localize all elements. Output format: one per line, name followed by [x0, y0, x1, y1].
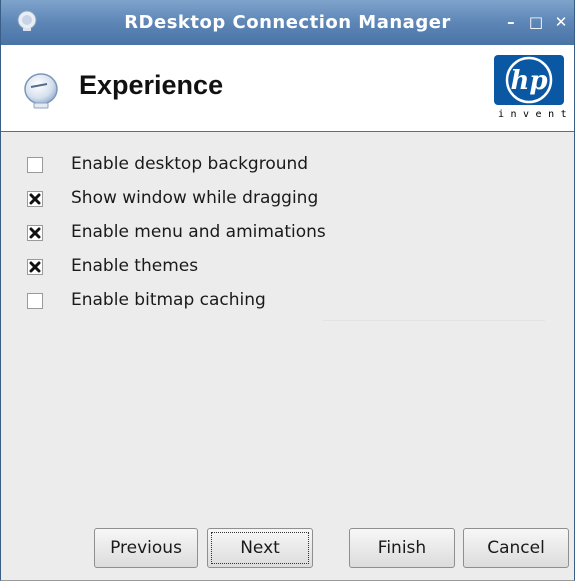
- close-icon[interactable]: ✕: [552, 12, 570, 32]
- checkmark-icon: [29, 261, 41, 273]
- option-label[interactable]: Enable themes: [71, 256, 198, 276]
- wizard-window: RDesktop Connection Manager – □ ✕ Experi…: [0, 0, 575, 581]
- svg-text:hp: hp: [510, 66, 547, 96]
- maximize-icon[interactable]: □: [527, 12, 545, 32]
- finish-button[interactable]: Finish: [349, 528, 455, 568]
- experience-options: Enable desktop background Show window wh…: [27, 150, 427, 320]
- option-label[interactable]: Enable bitmap caching: [71, 290, 266, 310]
- checkbox[interactable]: [27, 293, 43, 309]
- previous-button[interactable]: Previous: [94, 528, 198, 568]
- checkbox[interactable]: [27, 225, 43, 241]
- option-label[interactable]: Show window while dragging: [71, 188, 318, 208]
- title-bar[interactable]: RDesktop Connection Manager – □ ✕: [1, 0, 574, 45]
- option-show-window-dragging[interactable]: Show window while dragging: [27, 184, 427, 218]
- option-label[interactable]: Enable menu and amimations: [71, 222, 326, 242]
- checkbox[interactable]: [27, 259, 43, 275]
- cancel-button[interactable]: Cancel: [463, 528, 569, 568]
- window-title: RDesktop Connection Manager: [124, 12, 451, 33]
- window-controls: – □ ✕: [500, 12, 570, 32]
- divider: [323, 320, 545, 321]
- option-bitmap-caching[interactable]: Enable bitmap caching: [27, 286, 427, 320]
- option-label[interactable]: Enable desktop background: [71, 154, 308, 174]
- checkbox[interactable]: [27, 191, 43, 207]
- next-button[interactable]: Next: [207, 528, 313, 568]
- checkmark-icon: [29, 227, 41, 239]
- checkbox[interactable]: [27, 157, 43, 173]
- hp-tagline: invent: [498, 109, 574, 120]
- option-themes[interactable]: Enable themes: [27, 252, 427, 286]
- experience-icon: [21, 72, 61, 112]
- option-menu-animations[interactable]: Enable menu and amimations: [27, 218, 427, 252]
- page-title: Experience: [79, 70, 224, 100]
- option-desktop-background[interactable]: Enable desktop background: [27, 150, 427, 184]
- checkmark-icon: [29, 193, 41, 205]
- wizard-header: Experience hp invent: [1, 45, 574, 132]
- minimize-icon[interactable]: –: [502, 12, 520, 32]
